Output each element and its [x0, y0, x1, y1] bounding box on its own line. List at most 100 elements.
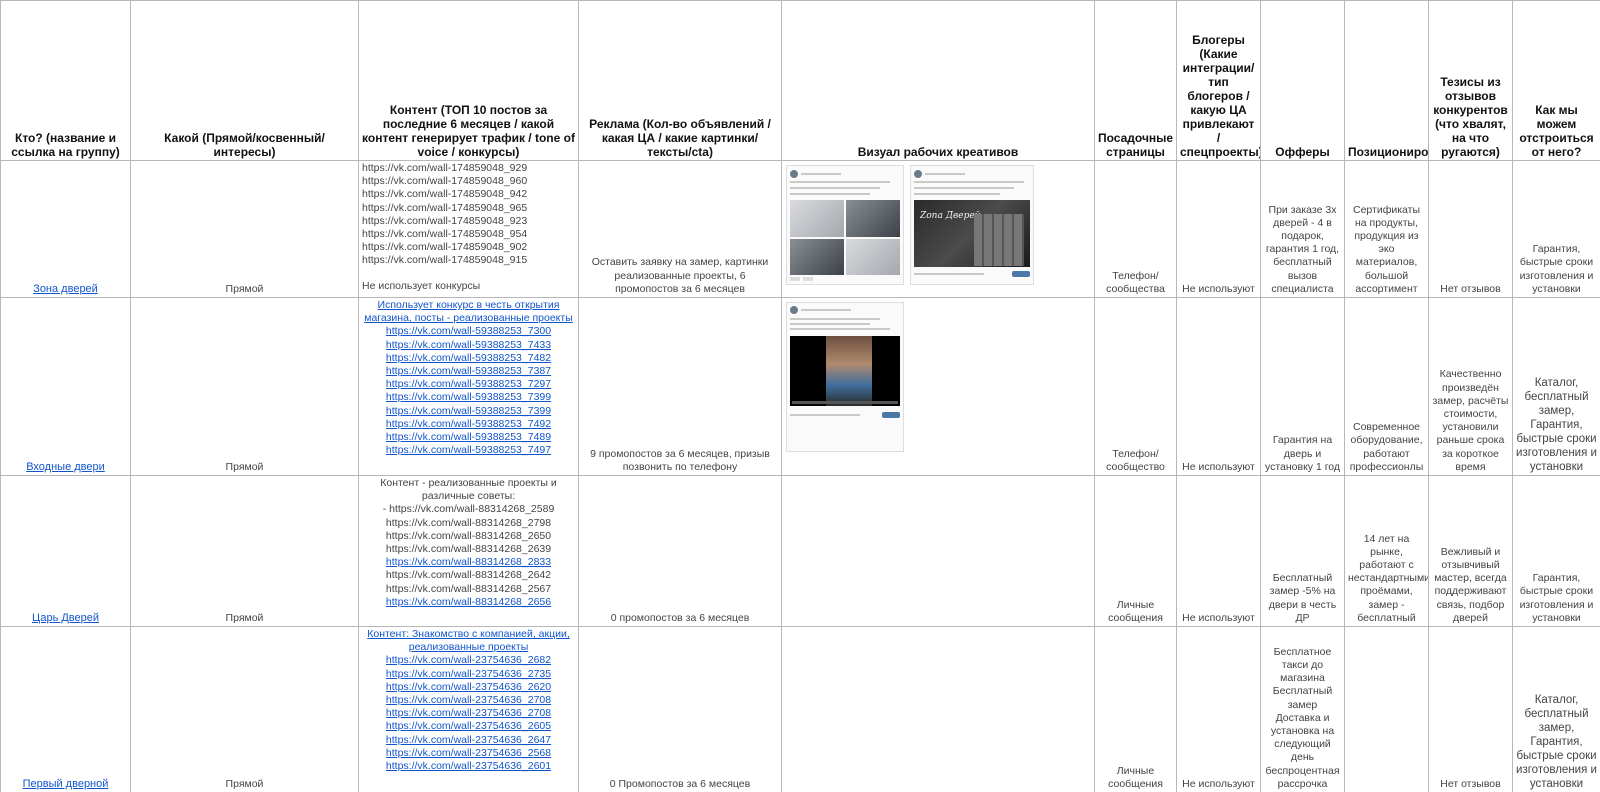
cell-ads[interactable]: Оставить заявку на замер, картинки реали…: [578, 160, 782, 298]
content-link[interactable]: https://vk.com/wall-59388253_7433: [362, 339, 575, 352]
cell-positioning[interactable]: [1344, 626, 1429, 792]
header-type[interactable]: Какой (Прямой/косвенный/интересы): [130, 0, 359, 161]
header-differ[interactable]: Как мы можем отстроиться от него?: [1512, 0, 1600, 161]
cell-reviews[interactable]: Вежливый и отзывчивый мастер, всегда под…: [1428, 475, 1513, 627]
header-ads[interactable]: Реклама (Кол-во объявлений / какая ЦА / …: [578, 0, 782, 161]
cell-bloggers[interactable]: Не используют: [1176, 297, 1261, 476]
creatives: Zona Дверей: [786, 165, 1090, 285]
cell-landing[interactable]: Телефон/сообщество: [1094, 297, 1177, 476]
content-link[interactable]: https://vk.com/wall-23754636_2601: [362, 760, 575, 773]
cell-name[interactable]: Зона дверей: [0, 160, 131, 298]
cell-reviews[interactable]: Нет отзывов: [1428, 626, 1513, 792]
cell-content[interactable]: Контент - реализованные проекты и различ…: [358, 475, 579, 627]
content-link[interactable]: https://vk.com/wall-59388253_7482: [362, 352, 575, 365]
cell-bloggers[interactable]: Не используют: [1176, 626, 1261, 792]
header-row: Кто? (название и ссылка на группу) Какой…: [0, 0, 1600, 161]
cell-bloggers[interactable]: Не используют: [1176, 160, 1261, 298]
cell-type[interactable]: Прямой: [130, 297, 359, 476]
cell-landing[interactable]: Личные сообщения: [1094, 626, 1177, 792]
content-link[interactable]: https://vk.com/wall-59388253_7489: [362, 431, 575, 444]
content-link[interactable]: https://vk.com/wall-59388253_7492: [362, 418, 575, 431]
cell-name[interactable]: Царь Дверей: [0, 475, 131, 627]
content-link[interactable]: https://vk.com/wall-23754636_2568: [362, 747, 575, 760]
cell-positioning[interactable]: 14 лет на рынке, работают с нестандартны…: [1344, 475, 1429, 627]
cell-type[interactable]: Прямой: [130, 160, 359, 298]
cell-landing[interactable]: Телефон/сообщества: [1094, 160, 1177, 298]
group-link[interactable]: Царь Дверей: [32, 612, 99, 624]
content-link[interactable]: https://vk.com/wall-88314268_2656: [362, 596, 575, 609]
cell-visual[interactable]: [781, 475, 1095, 627]
cell-differ[interactable]: Каталог, бесплатный замер, Гарантия, быс…: [1512, 297, 1600, 476]
header-reviews[interactable]: Тезисы из отзывов конкурентов (что хваля…: [1428, 0, 1513, 161]
content-intro[interactable]: Использует конкурс в честь открытия мага…: [362, 299, 575, 325]
creative-image: Zona Дверей: [910, 165, 1034, 285]
content-link[interactable]: https://vk.com/wall-59388253_7399: [362, 391, 575, 404]
content-link[interactable]: https://vk.com/wall-59388253_7399: [362, 405, 575, 418]
content-link: https://vk.com/wall-174859048_929: [362, 162, 528, 174]
header-landing[interactable]: Посадочные страницы: [1094, 0, 1177, 161]
cell-reviews[interactable]: Нет отзывов: [1428, 160, 1513, 298]
cell-landing[interactable]: Личные сообщения: [1094, 475, 1177, 627]
group-link[interactable]: Зона дверей: [33, 283, 98, 295]
avatar: [790, 170, 798, 178]
header-positioning[interactable]: Позиционирование: [1344, 0, 1429, 161]
content-link[interactable]: https://vk.com/wall-88314268_2833: [362, 556, 575, 569]
content-intro[interactable]: Контент: Знакомство с компанией, акции, …: [362, 628, 575, 654]
cell-visual[interactable]: [781, 626, 1095, 792]
cell-type[interactable]: Прямой: [130, 475, 359, 627]
content-link[interactable]: https://vk.com/wall-59388253_7497: [362, 444, 575, 457]
content-link[interactable]: https://vk.com/wall-59388253_7300: [362, 325, 575, 338]
content-intro: Контент - реализованные проекты и различ…: [380, 477, 557, 503]
header-visual[interactable]: Визуал рабочих креативов: [781, 0, 1095, 161]
creative-video: [786, 302, 904, 452]
cell-ads[interactable]: 0 Промопостов за 6 месяцев: [578, 626, 782, 792]
content-link: https://vk.com/wall-88314268_2650: [385, 529, 552, 542]
header-bloggers[interactable]: Блогеры (Какие интеграции/ тип блогеров …: [1176, 0, 1261, 161]
content-link: https://vk.com/wall-174859048_954: [362, 228, 528, 241]
cell-name[interactable]: Первый дверной: [0, 626, 131, 792]
content-link[interactable]: https://vk.com/wall-59388253_7297: [362, 378, 575, 391]
cell-offers[interactable]: При заказе 3х дверей - 4 в подарок, гара…: [1260, 160, 1345, 298]
creative-brand: Zona Дверей: [920, 211, 981, 221]
cell-differ[interactable]: Гарантия, быстрые сроки изготовления и у…: [1512, 160, 1600, 298]
group-link[interactable]: Первый дверной: [23, 778, 109, 790]
table-row: Зона дверей Прямой https://vk.com/wall-1…: [0, 160, 1600, 298]
content-link[interactable]: https://vk.com/wall-23754636_2735: [362, 668, 575, 681]
cell-offers[interactable]: Бесплатный замер -5% на двери в честь ДР: [1260, 475, 1345, 627]
content-link[interactable]: https://vk.com/wall-23754636_2647: [362, 734, 575, 747]
cell-bloggers[interactable]: Не используют: [1176, 475, 1261, 627]
content-link[interactable]: https://vk.com/wall-23754636_2605: [362, 720, 575, 733]
content-link: https://vk.com/wall-174859048_923: [362, 214, 528, 227]
content-link: https://vk.com/wall-88314268_2798: [385, 516, 552, 529]
content-link[interactable]: https://vk.com/wall-23754636_2620: [362, 681, 575, 694]
cell-positioning[interactable]: Современное оборудование, работают профе…: [1344, 297, 1429, 476]
cell-type[interactable]: Прямой: [130, 626, 359, 792]
cell-offers[interactable]: Гарантия на дверь и установку 1 год: [1260, 297, 1345, 476]
header-content[interactable]: Контент (ТОП 10 постов за последние 6 ме…: [358, 0, 579, 161]
content-link[interactable]: https://vk.com/wall-23754636_2708: [362, 707, 575, 720]
cell-visual[interactable]: Zona Дверей: [781, 160, 1095, 298]
cell-content[interactable]: https://vk.com/wall-174859048_929 https:…: [358, 160, 579, 298]
content-link[interactable]: https://vk.com/wall-23754636_2682: [362, 654, 575, 667]
group-link[interactable]: Входные двери: [26, 461, 105, 473]
cell-positioning[interactable]: Сертификаты на продукты, продукция из эк…: [1344, 160, 1429, 298]
cell-content[interactable]: Контент: Знакомство с компанией, акции, …: [358, 626, 579, 792]
content-link: https://vk.com/wall-88314268_2639: [385, 543, 552, 556]
cell-ads[interactable]: 0 промопостов за 6 месяцев: [578, 475, 782, 627]
video-preview: [790, 336, 900, 406]
cell-content[interactable]: Использует конкурс в честь открытия мага…: [358, 297, 579, 476]
content-note: Не использует конкурсы: [362, 279, 481, 292]
header-offers[interactable]: Офферы: [1260, 0, 1345, 161]
cell-offers[interactable]: Бесплатное такси до магазина Бесплатный …: [1260, 626, 1345, 792]
content-link: https://vk.com/wall-174859048_965: [362, 201, 528, 214]
content-link[interactable]: https://vk.com/wall-23754636_2708: [362, 694, 575, 707]
cell-differ[interactable]: Гарантия, быстрые сроки изготовления и у…: [1512, 475, 1600, 627]
cell-differ[interactable]: Каталог, бесплатный замер, Гарантия, быс…: [1512, 626, 1600, 792]
cell-ads[interactable]: 9 промопостов за 6 месяцев, призыв позво…: [578, 297, 782, 476]
content-link[interactable]: https://vk.com/wall-59388253_7387: [362, 365, 575, 378]
cell-visual[interactable]: [781, 297, 1095, 476]
header-who[interactable]: Кто? (название и ссылка на группу): [0, 0, 131, 161]
cell-name[interactable]: Входные двери: [0, 297, 131, 476]
cell-reviews[interactable]: Качественно произведён замер, расчёты ст…: [1428, 297, 1513, 476]
content-link: https://vk.com/wall-174859048_942: [362, 188, 528, 201]
